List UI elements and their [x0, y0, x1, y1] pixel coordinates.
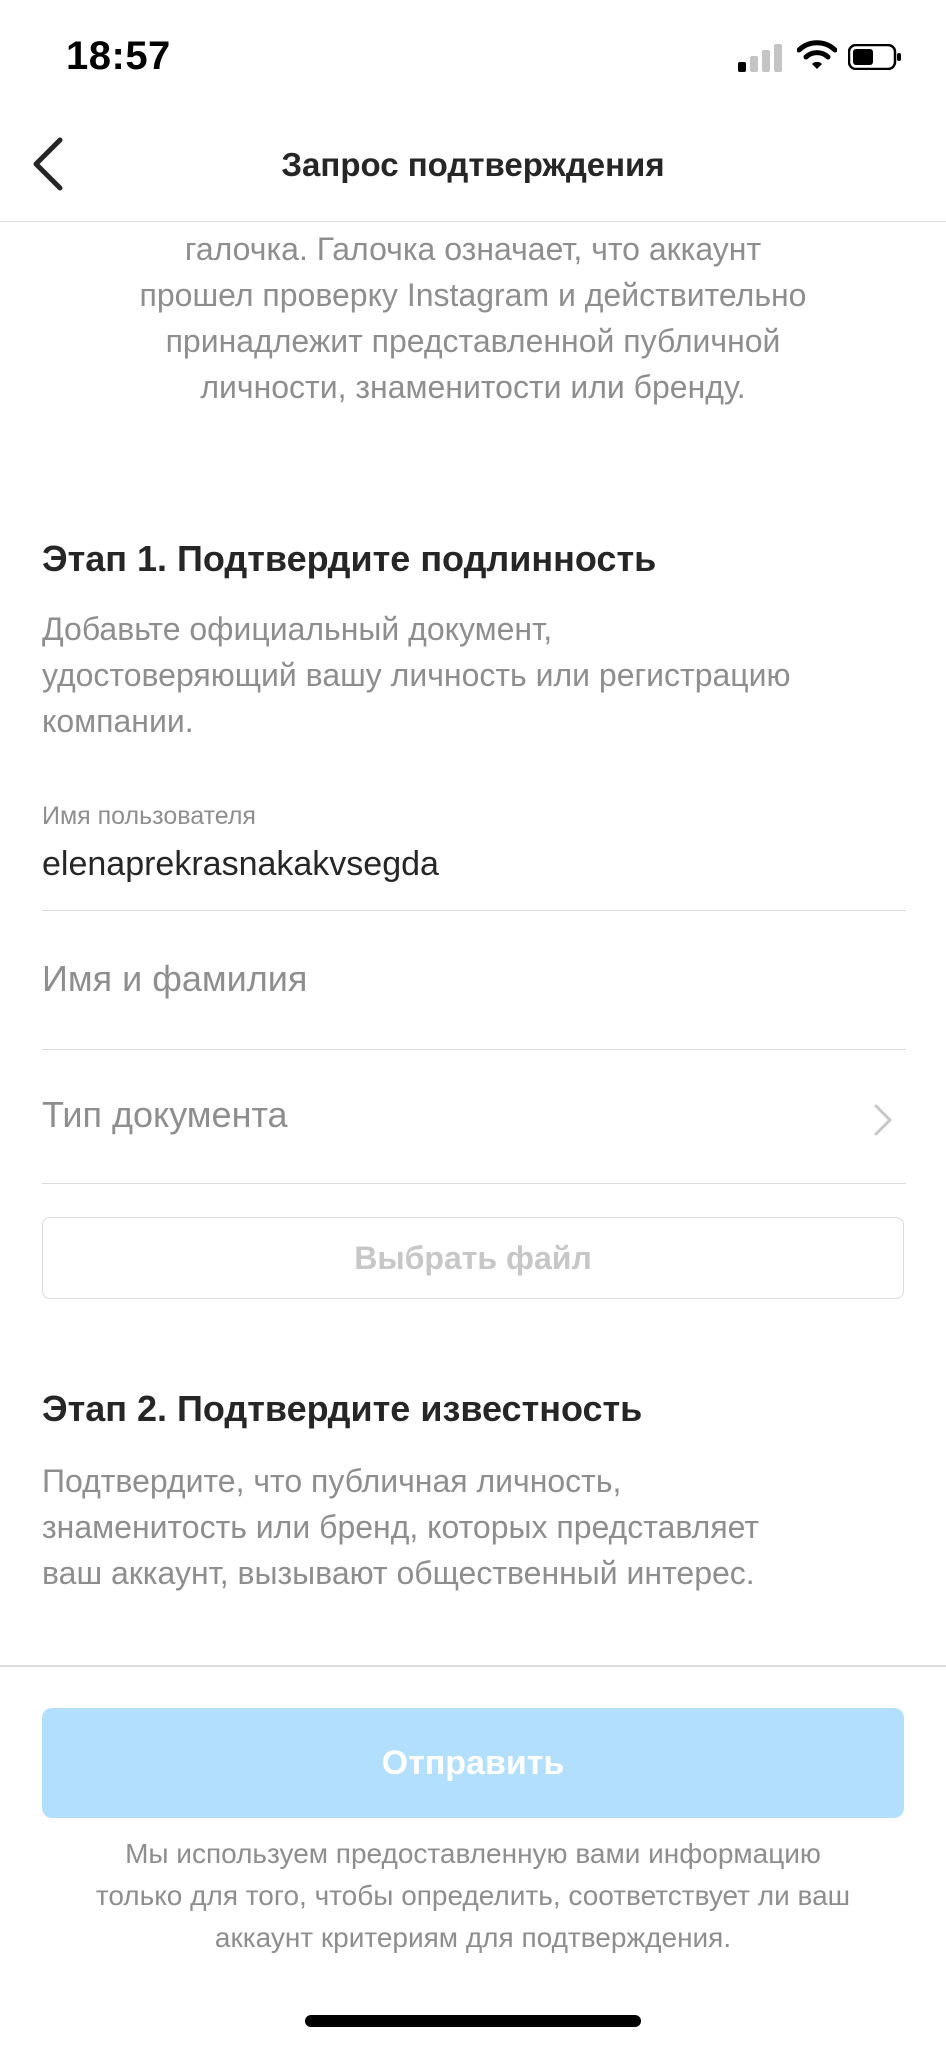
- chevron-right-icon: [874, 1104, 892, 1136]
- intro-line: личности, знаменитости или бренду.: [200, 369, 746, 405]
- choose-file-button[interactable]: Выбрать файл: [42, 1217, 904, 1299]
- username-field[interactable]: elenaprekrasnakakvsegda: [42, 845, 439, 884]
- wifi-icon: [797, 40, 837, 69]
- step2-line: Подтвердите, что публичная личность,: [42, 1463, 622, 1499]
- battery-icon: [848, 44, 901, 70]
- home-indicator[interactable]: [305, 2015, 641, 2027]
- footer-divider: [0, 1665, 946, 1667]
- footer-line: Мы используем предоставленную вами инфор…: [125, 1838, 821, 1869]
- step1-description: Добавьте официальный документ, удостовер…: [42, 606, 912, 744]
- fullname-input[interactable]: Имя и фамилия: [42, 958, 307, 1000]
- footer-disclaimer: Мы используем предоставленную вами инфор…: [30, 1833, 916, 1959]
- step1-title: Этап 1. Подтвердите подлинность: [42, 538, 657, 579]
- step1-line: удостоверяющий вашу личность или регистр…: [42, 657, 791, 693]
- doctype-divider: [42, 1183, 906, 1184]
- fullname-divider: [42, 1049, 906, 1050]
- username-divider: [42, 910, 906, 911]
- intro-text: галочка. Галочка означает, что аккаунт п…: [70, 226, 876, 410]
- step2-title: Этап 2. Подтвердите известность: [42, 1388, 643, 1429]
- document-type-select[interactable]: Тип документа: [42, 1094, 288, 1136]
- intro-line: галочка. Галочка означает, что аккаунт: [184, 231, 762, 267]
- intro-line: прошел проверку Instagram и действительн…: [139, 277, 807, 313]
- footer-line: только для того, чтобы определить, соотв…: [95, 1880, 851, 1911]
- footer-line: аккаунт критериям для подтверждения.: [214, 1922, 732, 1953]
- page-title: Запрос подтверждения: [281, 146, 665, 183]
- signal-icon: [738, 42, 786, 72]
- header-divider: [0, 221, 946, 222]
- step2-description: Подтвердите, что публичная личность, зна…: [42, 1458, 912, 1596]
- status-time: 18:57: [66, 34, 171, 78]
- intro-line: принадлежит представленной публичной: [165, 323, 781, 359]
- step1-line: Добавьте официальный документ,: [42, 611, 553, 647]
- username-label: Имя пользователя: [42, 802, 256, 830]
- step2-line: ваш аккаунт, вызывают общественный интер…: [42, 1555, 755, 1591]
- step2-line: знаменитость или бренд, которых представ…: [42, 1509, 760, 1545]
- submit-button[interactable]: Отправить: [42, 1708, 904, 1818]
- step1-line: компании.: [42, 703, 194, 739]
